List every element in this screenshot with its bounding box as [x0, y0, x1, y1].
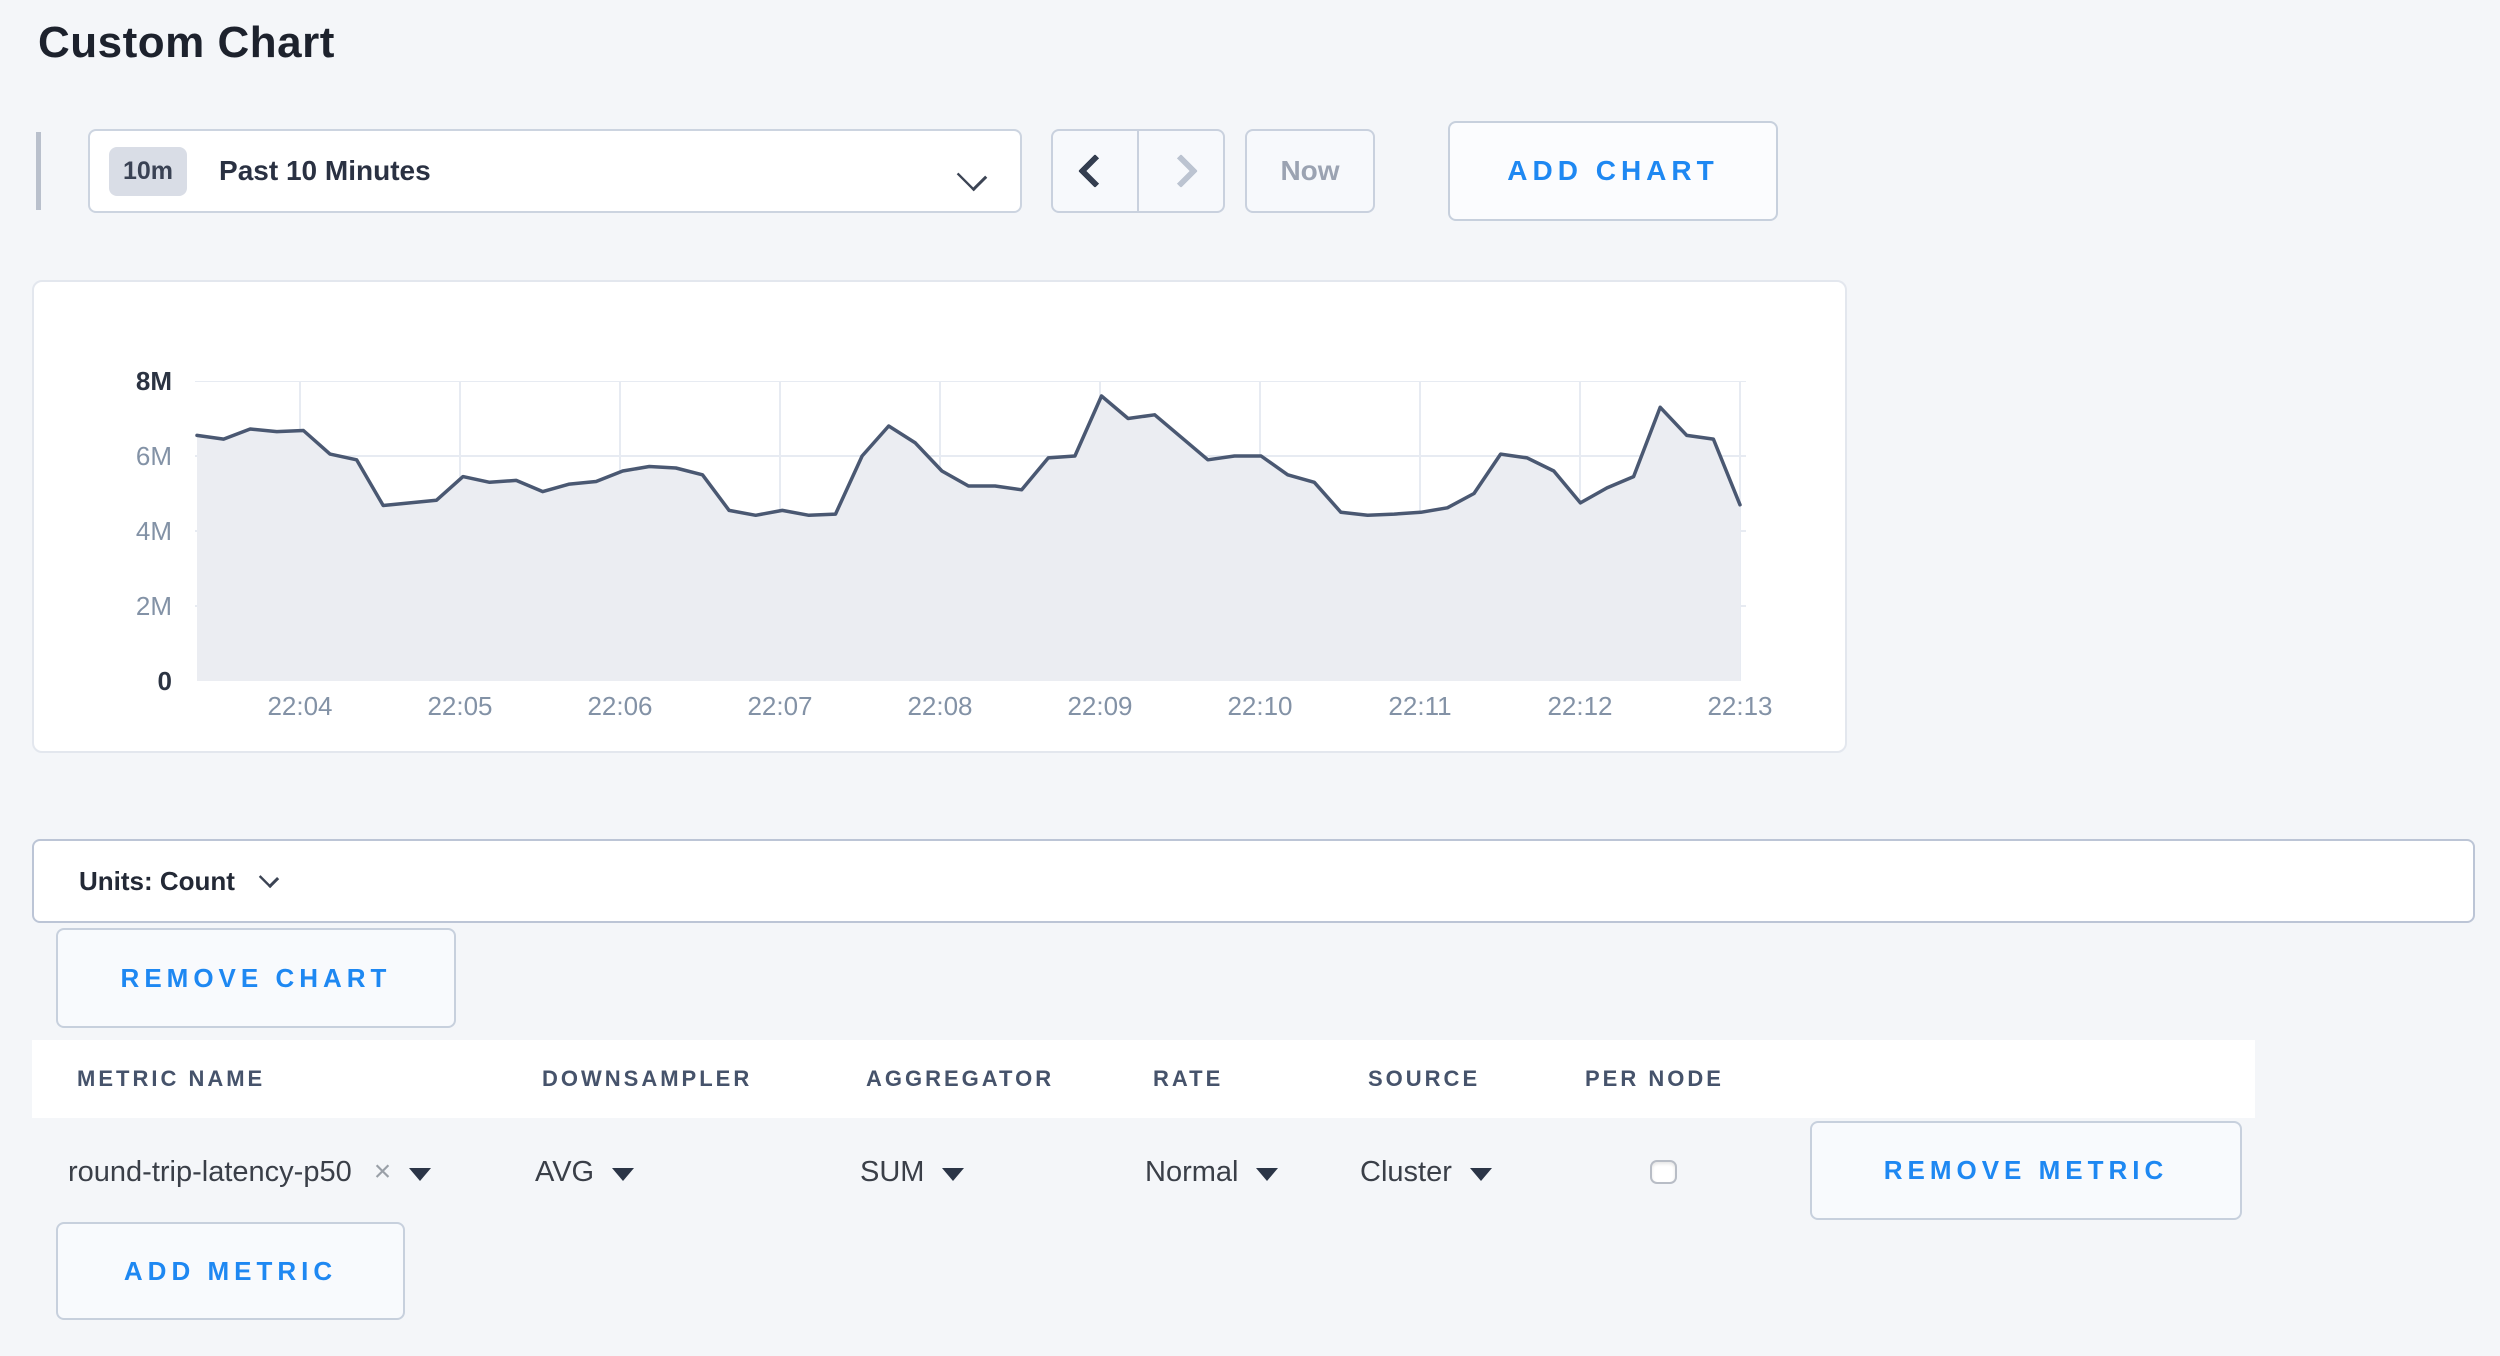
latency-area-chart[interactable] [195, 381, 1746, 681]
metric-row: round-trip-latency-p50 × AVG SUM Normal … [32, 1124, 2255, 1220]
metric-name-select[interactable]: round-trip-latency-p50 × [68, 1124, 431, 1220]
x-tick-label: 22:06 [550, 691, 690, 722]
x-tick-label: 22:10 [1190, 691, 1330, 722]
aggregator-value: SUM [860, 1156, 924, 1189]
y-tick-label: 8M [60, 365, 172, 397]
units-select-label: Units: Count [79, 866, 235, 897]
custom-chart-page: Custom Chart 10m Past 10 Minutes Now ADD… [0, 0, 2500, 1356]
rate-select[interactable]: Normal [1145, 1124, 1278, 1220]
column-header-downsampler: DOWNSAMPLER [542, 1040, 752, 1118]
chevron-left-icon [1078, 154, 1112, 188]
caret-down-icon [409, 1168, 431, 1181]
caret-down-icon [612, 1168, 634, 1181]
x-tick-label: 22:13 [1670, 691, 1810, 722]
metrics-table-header: METRIC NAME DOWNSAMPLER AGGREGATOR RATE … [32, 1040, 2255, 1118]
prev-time-button[interactable] [1053, 131, 1137, 211]
downsampler-select[interactable]: AVG [535, 1124, 634, 1220]
column-header-per-node: PER NODE [1585, 1040, 1724, 1118]
add-metric-button[interactable]: ADD METRIC [56, 1222, 405, 1320]
chevron-right-icon [1164, 154, 1198, 188]
source-value: Cluster [1360, 1156, 1452, 1189]
y-tick-label: 6M [60, 440, 172, 472]
x-tick-label: 22:04 [230, 691, 370, 722]
metric-name-value: round-trip-latency-p50 [68, 1156, 352, 1189]
column-header-metric-name: METRIC NAME [77, 1040, 265, 1118]
y-tick-label: 0 [60, 665, 172, 697]
toolbar-accent-divider [36, 132, 41, 210]
aggregator-select[interactable]: SUM [860, 1124, 964, 1220]
time-window-badge: 10m [109, 147, 187, 196]
add-chart-button[interactable]: ADD CHART [1448, 121, 1778, 221]
x-tick-label: 22:05 [390, 691, 530, 722]
now-button[interactable]: Now [1245, 129, 1375, 213]
caret-down-icon [1470, 1168, 1492, 1181]
remove-metric-button[interactable]: REMOVE METRIC [1810, 1121, 2242, 1220]
chevron-down-icon [259, 868, 279, 888]
rate-value: Normal [1145, 1156, 1238, 1189]
x-tick-label: 22:12 [1510, 691, 1650, 722]
downsampler-value: AVG [535, 1156, 594, 1189]
x-tick-label: 22:11 [1350, 691, 1490, 722]
units-select[interactable]: Units: Count [32, 839, 2475, 923]
clear-metric-icon[interactable]: × [374, 1155, 392, 1189]
chevron-down-icon [957, 161, 988, 192]
y-tick-label: 4M [60, 515, 172, 547]
caret-down-icon [1256, 1168, 1278, 1181]
x-tick-label: 22:07 [710, 691, 850, 722]
time-step-buttons [1051, 129, 1225, 213]
column-header-source: SOURCE [1368, 1040, 1480, 1118]
column-header-aggregator: AGGREGATOR [866, 1040, 1054, 1118]
y-tick-label: 2M [60, 590, 172, 622]
remove-chart-button[interactable]: REMOVE CHART [56, 928, 456, 1028]
source-select[interactable]: Cluster [1360, 1124, 1492, 1220]
per-node-checkbox[interactable] [1650, 1160, 1677, 1184]
x-tick-label: 22:09 [1030, 691, 1170, 722]
time-range-select[interactable]: 10m Past 10 Minutes [88, 129, 1022, 213]
column-header-rate: RATE [1153, 1040, 1223, 1118]
x-tick-label: 22:08 [870, 691, 1010, 722]
caret-down-icon [942, 1168, 964, 1181]
next-time-button[interactable] [1137, 131, 1223, 211]
time-window-label: Past 10 Minutes [219, 155, 431, 187]
page-title: Custom Chart [38, 18, 335, 68]
